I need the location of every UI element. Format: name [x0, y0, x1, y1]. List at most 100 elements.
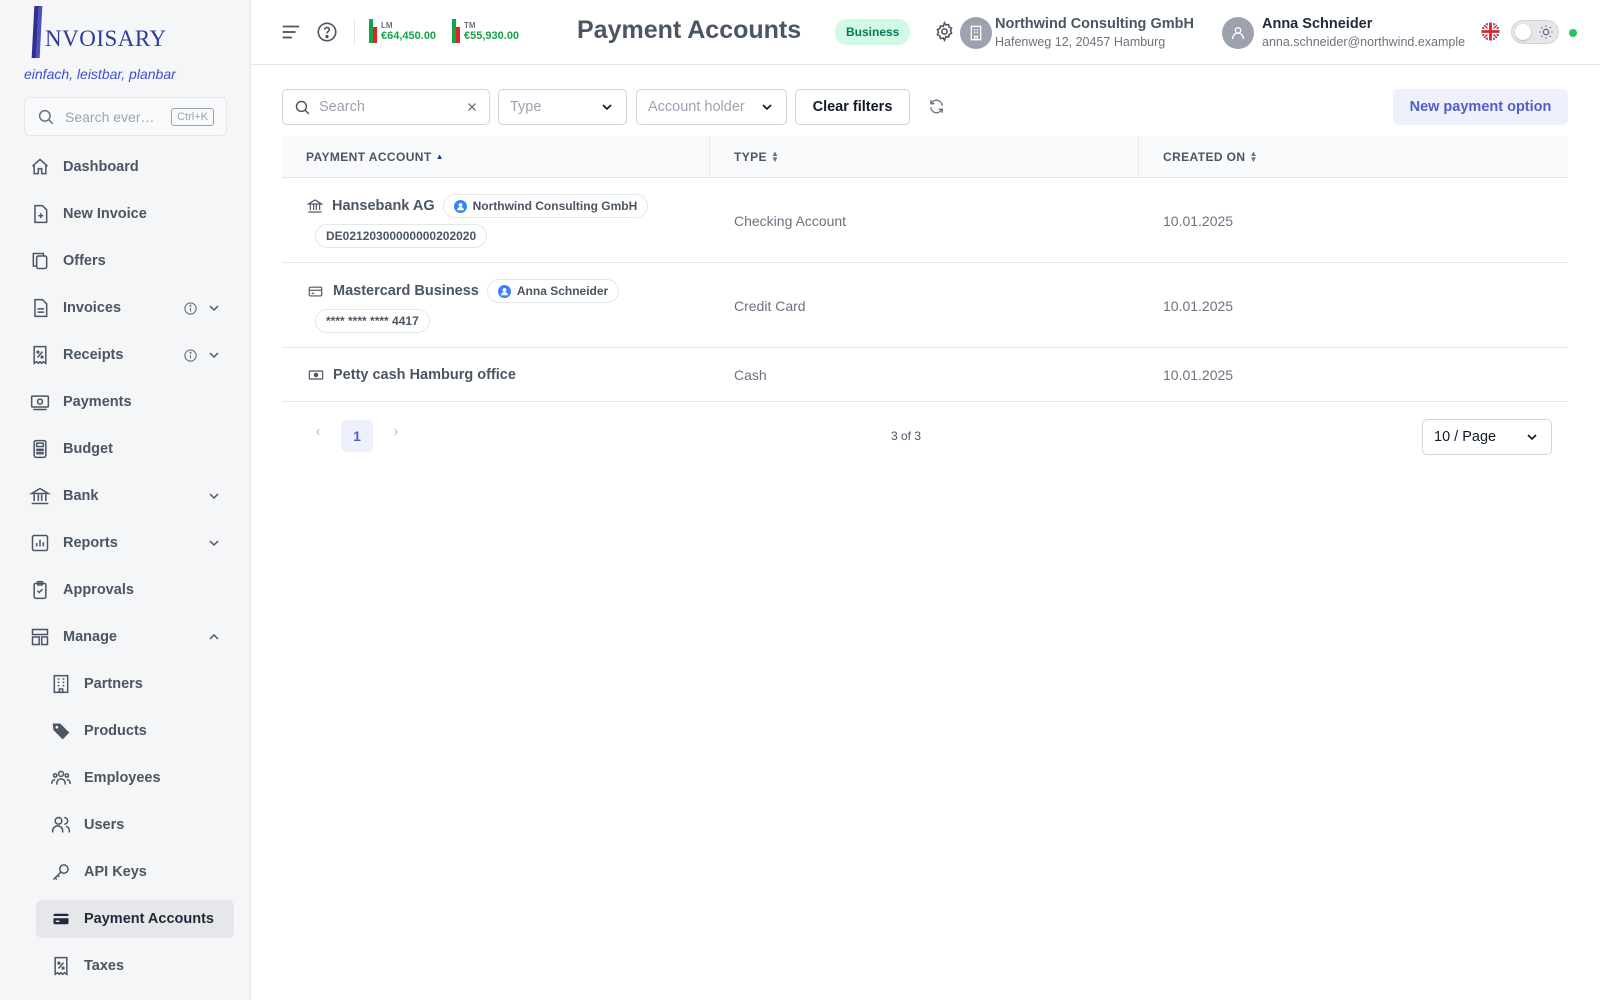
user-email: anna.schneider@northwind.example: [1262, 35, 1466, 49]
table-row[interactable]: Petty cash Hamburg office Cash 10.01.202…: [282, 348, 1568, 402]
kpi-bars-icon: [452, 19, 460, 43]
next-page-button[interactable]: [391, 426, 401, 440]
account-name[interactable]: Petty cash Hamburg office: [333, 367, 516, 383]
topbar: LM €64,450.00 TM €55,930.00 Payment Acco…: [251, 0, 1600, 65]
sidebar-item-manage[interactable]: Manage: [24, 618, 234, 656]
settings-button[interactable]: [934, 21, 955, 42]
sidebar-item-dashboard[interactable]: Dashboard: [24, 148, 234, 186]
account-holder-name: Northwind Consulting GmbH: [472, 199, 638, 213]
sidebar-item-label: Payments: [63, 394, 132, 410]
gear-icon: [936, 21, 953, 42]
sidebar-item-label: Budget: [63, 441, 113, 457]
sidebar-item-reports[interactable]: Reports: [24, 524, 234, 562]
account-name[interactable]: Hansebank AG: [332, 198, 435, 214]
receipt-icon: [29, 344, 51, 366]
chart-icon: [29, 532, 51, 554]
key-icon: [50, 861, 72, 883]
sidebar-item-offers[interactable]: Offers: [24, 242, 234, 280]
close-icon[interactable]: [466, 101, 478, 113]
logo[interactable]: NVOISARY: [31, 6, 167, 58]
clear-filters-button[interactable]: Clear filters: [795, 89, 910, 125]
chevron-down-icon[interactable]: [206, 300, 222, 316]
sort-asc-icon: ▲: [435, 152, 444, 161]
sidebar-item-label: Approvals: [63, 582, 134, 598]
user-name: Anna Schneider: [1262, 16, 1373, 32]
document-icon: [29, 297, 51, 319]
info-icon[interactable]: [183, 301, 198, 316]
help-icon: [317, 22, 337, 42]
chevron-up-icon[interactable]: [206, 629, 222, 645]
sidebar-item-label: Partners: [84, 676, 143, 692]
sidebar-item-label: New Invoice: [63, 206, 147, 222]
sidebar-item-label: Manage: [63, 629, 117, 645]
search-input[interactable]: Search: [319, 99, 466, 115]
sidebar-item-partners[interactable]: Partners: [45, 665, 234, 703]
kpi-last-month[interactable]: LM €64,450.00: [369, 19, 436, 43]
page-size-select[interactable]: 10 / Page: [1422, 419, 1552, 455]
menu-toggle-button[interactable]: [280, 21, 302, 43]
sidebar-item-label: Reports: [63, 535, 118, 551]
payment-accounts-table: PAYMENT ACCOUNT ▲ TYPE ▲ ▼ CREATED ON ▲ ▼ …: [282, 136, 1568, 402]
sidebar-item-users[interactable]: Users: [45, 806, 234, 844]
type-select[interactable]: Type: [498, 89, 627, 125]
sidebar-item-new-invoice[interactable]: New Invoice: [24, 195, 234, 233]
sidebar-item-invoices[interactable]: Invoices: [24, 289, 234, 327]
sidebar-item-taxes[interactable]: Taxes: [45, 947, 234, 985]
users-icon: [50, 814, 72, 836]
sidebar-item-approvals[interactable]: Approvals: [24, 571, 234, 609]
sidebar-item-budget[interactable]: Budget: [24, 430, 234, 468]
sidebar-item-payments[interactable]: Payments: [24, 383, 234, 421]
info-icon[interactable]: [183, 348, 198, 363]
prev-page-button[interactable]: [313, 426, 323, 440]
card-number-chip: **** **** **** 4417: [315, 309, 430, 333]
search-field[interactable]: Search: [282, 89, 490, 125]
sidebar-item-label: Products: [84, 723, 147, 739]
user-icon: [1232, 26, 1244, 39]
clipboard-check-icon: [29, 579, 51, 601]
new-payment-option-button[interactable]: New payment option: [1393, 89, 1568, 125]
sidebar-item-payment-accounts[interactable]: Payment Accounts: [36, 900, 234, 938]
column-header-type[interactable]: TYPE ▲ ▼: [710, 136, 1139, 178]
chevron-down-icon[interactable]: [206, 488, 222, 504]
created-date: 10.01.2025: [1163, 212, 1234, 229]
language-switcher[interactable]: [1481, 22, 1500, 41]
receipt-percent-icon: [50, 955, 72, 977]
credit-card-icon: [308, 286, 323, 296]
sidebar-item-bank[interactable]: Bank: [24, 477, 234, 515]
chevron-left-icon: [315, 429, 320, 435]
search-icon: [295, 100, 310, 114]
user-menu[interactable]: Anna Schneider anna.schneider@northwind.…: [1222, 16, 1465, 49]
refresh-button[interactable]: [928, 98, 945, 118]
home-icon: [29, 156, 51, 178]
layout-icon: [29, 626, 51, 648]
global-search[interactable]: Search ever… Ctrl+K: [24, 97, 227, 136]
chevron-down-icon[interactable]: [206, 535, 222, 551]
help-button[interactable]: [316, 21, 338, 43]
organization-switcher[interactable]: Northwind Consulting GmbH Hafenweg 12, 2…: [960, 16, 1194, 49]
organization-avatar: [960, 16, 992, 49]
sidebar-item-api-keys[interactable]: API Keys: [45, 853, 234, 891]
kpi-label: TM: [464, 20, 476, 30]
sidebar-item-label: Offers: [63, 253, 106, 269]
account-name[interactable]: Mastercard Business: [333, 283, 479, 299]
column-header-created-on[interactable]: CREATED ON ▲ ▼: [1139, 136, 1568, 178]
sidebar-item-employees[interactable]: Employees: [45, 759, 234, 797]
topbar-divider: [354, 18, 355, 46]
sidebar-item-products[interactable]: Products: [45, 712, 234, 750]
column-header-payment-account[interactable]: PAYMENT ACCOUNT ▲: [282, 136, 710, 178]
kpi-bars-icon: [369, 19, 377, 43]
account-holder-select[interactable]: Account holder: [636, 89, 787, 125]
table-row[interactable]: Hansebank AG Northwind Consulting GmbH D…: [282, 178, 1568, 263]
chevron-down-icon[interactable]: [206, 347, 222, 363]
sidebar-item-label: Dashboard: [63, 159, 139, 175]
table-row[interactable]: Mastercard Business Anna Schneider **** …: [282, 263, 1568, 348]
result-count: 3 of 3: [891, 429, 922, 443]
organization-name: Northwind Consulting GmbH: [995, 16, 1194, 32]
theme-toggle[interactable]: [1511, 20, 1559, 44]
organization-address: Hafenweg 12, 20457 Hamburg: [995, 35, 1166, 49]
plan-badge: Business: [835, 19, 911, 45]
sidebar-item-receipts[interactable]: Receipts: [24, 336, 234, 374]
page-number-button[interactable]: 1: [341, 420, 373, 452]
kpi-this-month[interactable]: TM €55,930.00: [452, 19, 519, 43]
bank-icon: [307, 199, 323, 213]
